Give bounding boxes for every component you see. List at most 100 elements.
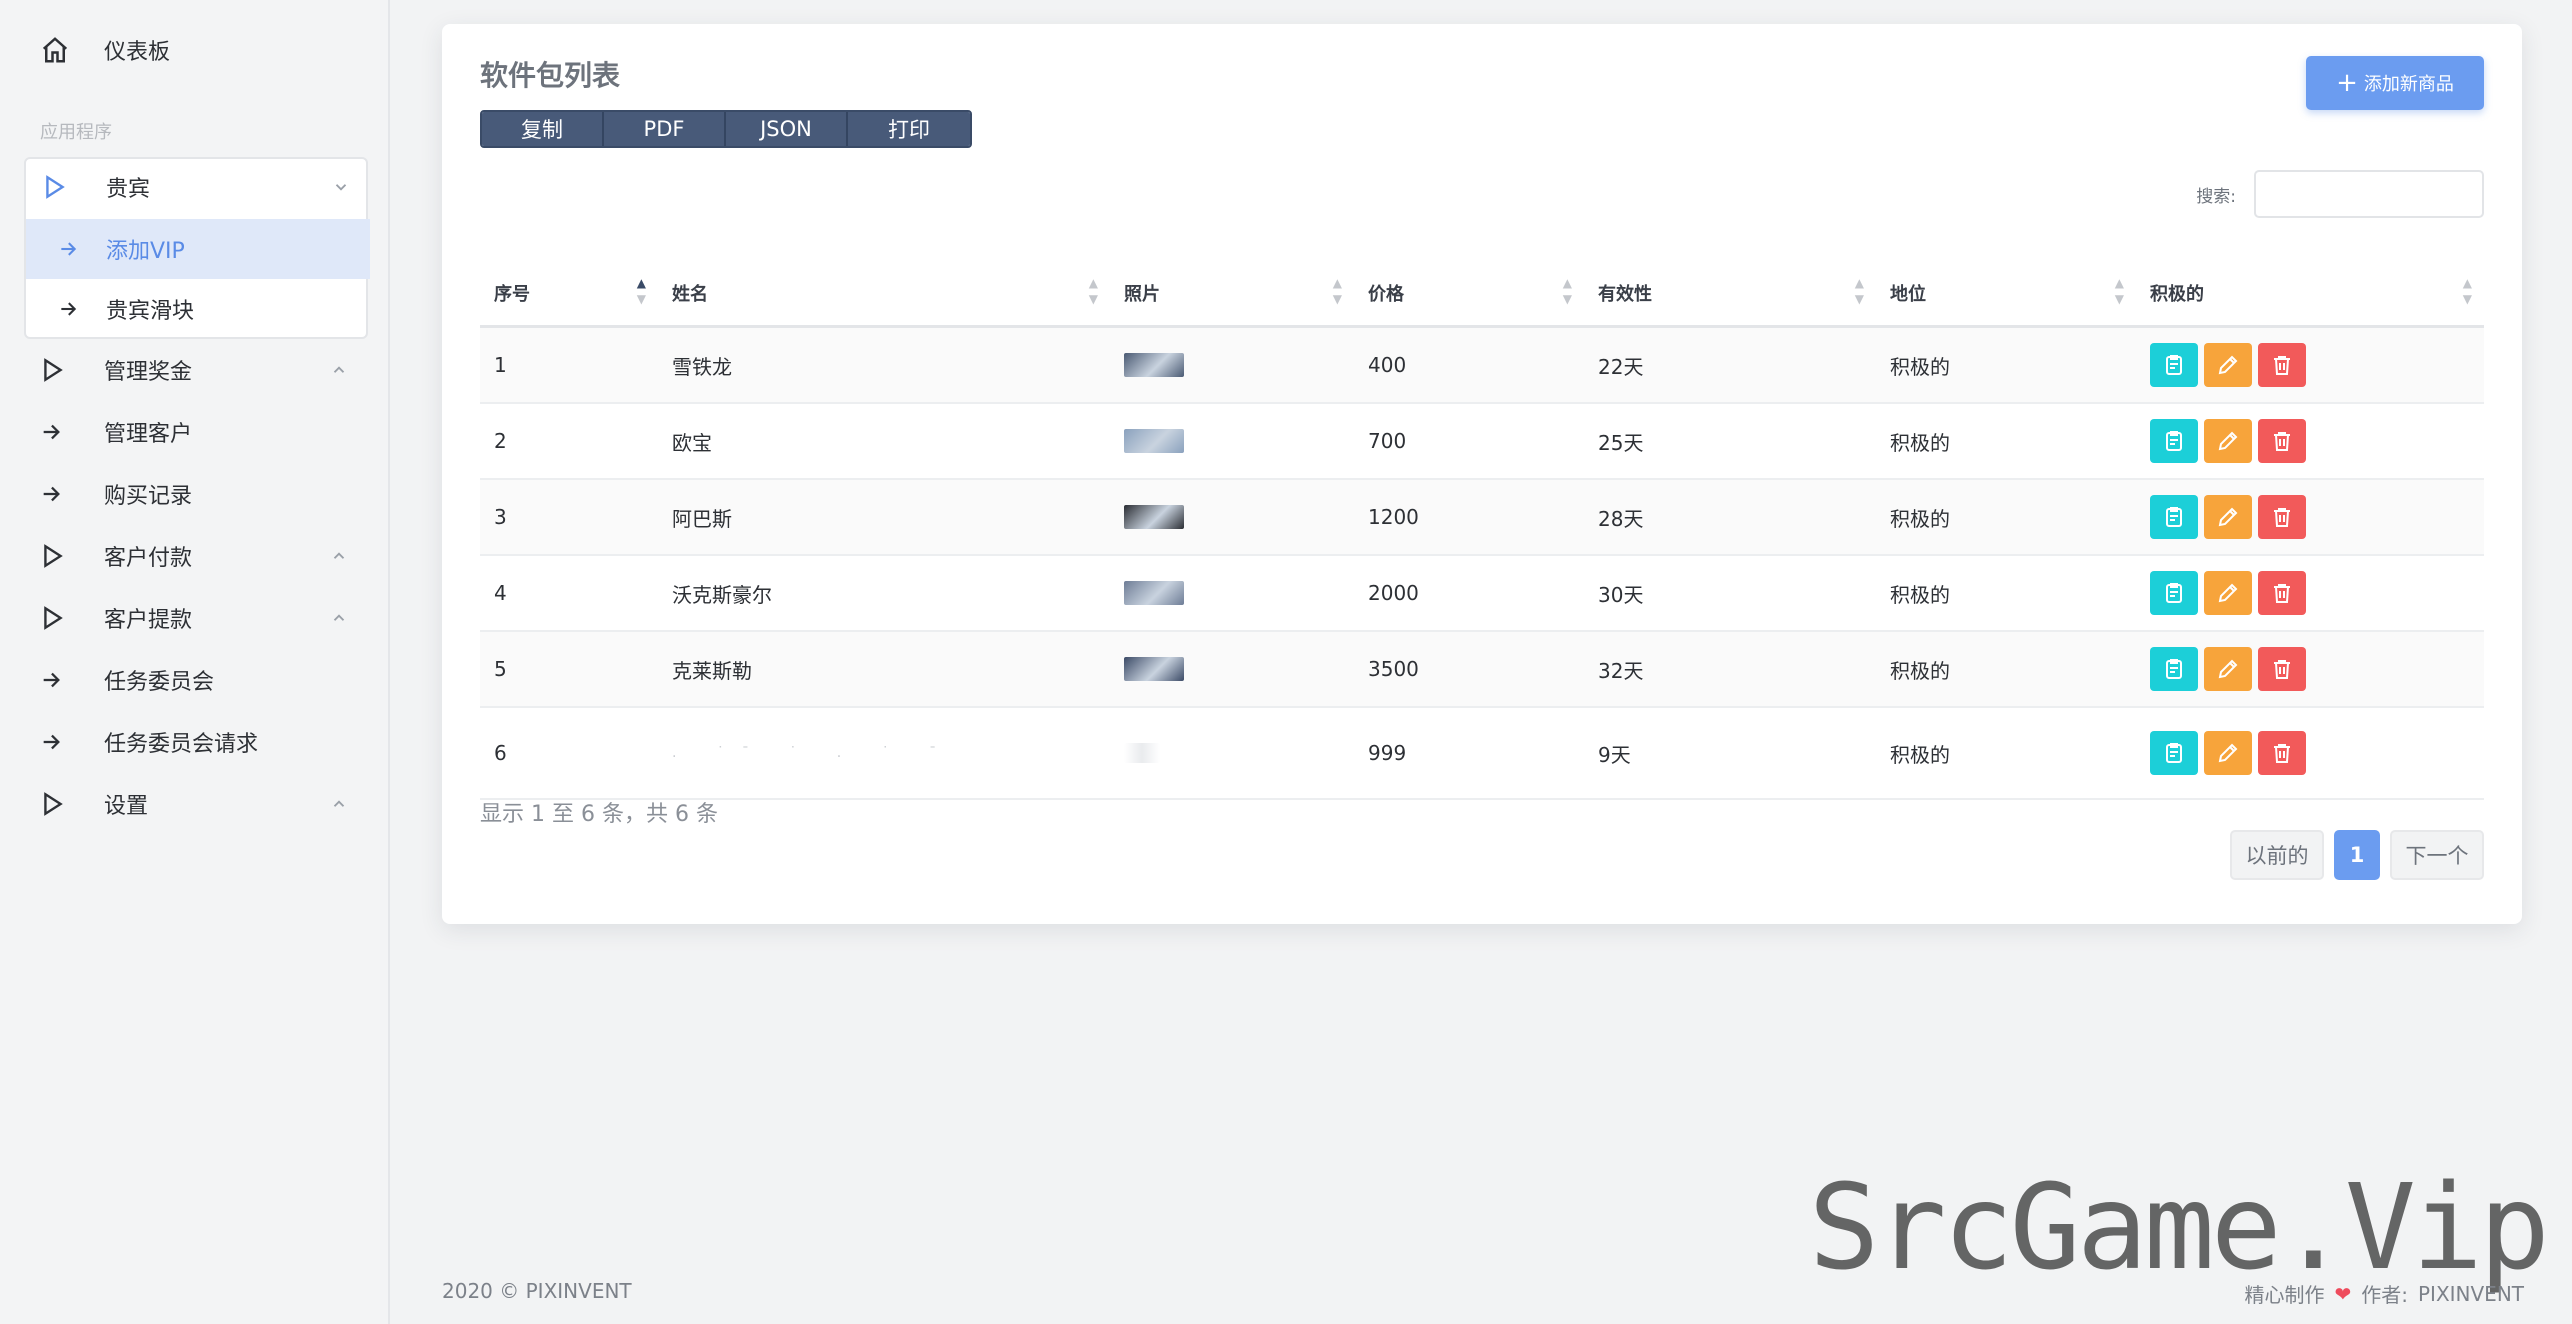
table-info: 显示 1 至 6 条，共 6 条 — [480, 802, 718, 827]
delete-button[interactable] — [2258, 343, 2306, 387]
cell-validity: 28天 — [1598, 506, 1644, 531]
footer-author-label: 作者: — [2361, 1283, 2408, 1307]
cell-actions — [2136, 708, 2484, 798]
pagination: 以前的 1 下一个 — [2230, 830, 2484, 880]
car-photo-thumbnail[interactable] — [1124, 353, 1184, 377]
sort-icon: ▲ ▼ — [2462, 275, 2472, 306]
arrow-right-icon — [58, 299, 88, 319]
table-row: 3 阿巴斯 1200 28天 积极的 — [480, 480, 2484, 556]
cell-validity: 30天 — [1598, 582, 1644, 607]
search-input[interactable] — [2254, 170, 2484, 218]
sidebar-item-customer-payments[interactable]: 客户付款 — [24, 528, 368, 584]
previous-page-button[interactable]: 以前的 — [2230, 830, 2324, 880]
delete-button[interactable] — [2258, 495, 2306, 539]
car-photo-thumbnail[interactable] — [1124, 429, 1184, 453]
table-header: 序号 ▲ ▼ 姓名 ▲ ▼ 照片 ▲ ▼ 价格 ▲ ▼ 有效性 ▲ ▼ 地位 ▲ ▼ 积极的 ▲ ▼ — [480, 260, 2484, 328]
pencil-icon — [2218, 431, 2238, 451]
cell-name: 沃克斯豪尔 — [672, 582, 772, 607]
sidebar-item-task-committee-requests[interactable]: 任务委员会请求 — [24, 714, 368, 770]
sidebar-item-manage-bonus[interactable]: 管理奖金 — [24, 342, 368, 398]
page-button-current[interactable]: 1 — [2334, 830, 2380, 880]
car-photo-thumbnail[interactable] — [1124, 505, 1184, 529]
car-photo-thumbnail[interactable] — [1124, 657, 1184, 681]
column-header-label: 照片 — [1124, 283, 1160, 305]
chevron-up-icon — [324, 361, 354, 379]
column-header-photo[interactable]: 照片 ▲ ▼ — [1110, 259, 1354, 327]
view-button[interactable] — [2150, 571, 2198, 615]
sidebar-item-customer-withdrawals[interactable]: 客户提款 — [24, 590, 368, 646]
column-header-label: 序号 — [494, 283, 530, 305]
broken-image-icon[interactable] — [1124, 743, 1160, 763]
column-header-price[interactable]: 价格 ▲ ▼ — [1354, 259, 1584, 327]
column-header-label: 有效性 — [1598, 283, 1652, 305]
view-button[interactable] — [2150, 343, 2198, 387]
cell-name: 欧宝 — [672, 430, 712, 455]
footer-copyright: 2020 © PIXINVENT — [442, 1279, 632, 1303]
column-header-name[interactable]: 姓名 ▲ ▼ — [658, 259, 1110, 327]
sidebar-item-label: 任务委员会 — [104, 670, 215, 695]
sidebar-item-label: 任务委员会请求 — [104, 732, 259, 757]
trash-icon — [2274, 660, 2290, 679]
play-icon — [40, 357, 80, 383]
column-header-label: 积极的 — [2150, 283, 2204, 305]
next-page-button[interactable]: 下一个 — [2390, 830, 2484, 880]
view-button[interactable] — [2150, 495, 2198, 539]
delete-button[interactable] — [2258, 571, 2306, 615]
column-header-actions[interactable]: 积极的 ▲ ▼ — [2136, 259, 2484, 327]
table-row: 4 沃克斯豪尔 2000 30天 积极的 — [480, 556, 2484, 632]
cell-validity: 25天 — [1598, 430, 1644, 455]
sidebar-item-vip[interactable]: 贵宾 — [26, 159, 370, 215]
column-header-validity[interactable]: 有效性 ▲ ▼ — [1584, 259, 1876, 327]
edit-button[interactable] — [2204, 343, 2252, 387]
table-row: 6 . ˙ˉ ˙ . ˙ ˉ 999 9天 积极的 — [480, 708, 2484, 800]
car-photo-thumbnail[interactable] — [1124, 581, 1184, 605]
sidebar-item-task-committee[interactable]: 任务委员会 — [24, 652, 368, 708]
sidebar-item-settings[interactable]: 设置 — [24, 776, 368, 832]
cell-actions — [2136, 480, 2484, 554]
watermark-logo: SrcGame.Vip — [1808, 1158, 2550, 1296]
pencil-icon — [2218, 659, 2238, 679]
column-header-status[interactable]: 地位 ▲ ▼ — [1876, 259, 2136, 327]
search-box: 搜索: — [2196, 170, 2484, 218]
chevron-up-icon — [324, 547, 354, 565]
cell-id: 5 — [494, 657, 507, 681]
edit-button[interactable] — [2204, 419, 2252, 463]
delete-button[interactable] — [2258, 647, 2306, 691]
print-button[interactable]: 打印 — [848, 112, 970, 146]
sidebar-item-dashboard[interactable]: 仪表板 — [24, 22, 368, 78]
sort-icon: ▲ ▼ — [2114, 275, 2124, 306]
copy-button[interactable]: 复制 — [482, 112, 604, 146]
cell-id: 1 — [494, 353, 507, 377]
footer-author[interactable]: PIXINVENT — [2418, 1282, 2524, 1306]
arrow-right-icon — [40, 669, 80, 691]
delete-button[interactable] — [2258, 419, 2306, 463]
pdf-button[interactable]: PDF — [604, 112, 726, 146]
clipboard-icon — [2166, 507, 2182, 527]
edit-button[interactable] — [2204, 571, 2252, 615]
json-button[interactable]: JSON — [726, 112, 848, 146]
cell-name: 克莱斯勒 — [672, 658, 752, 683]
pencil-icon — [2218, 743, 2238, 763]
delete-button[interactable] — [2258, 731, 2306, 775]
cell-validity: 32天 — [1598, 658, 1644, 683]
edit-button[interactable] — [2204, 495, 2252, 539]
view-button[interactable] — [2150, 647, 2198, 691]
column-header-id[interactable]: 序号 ▲ ▼ — [480, 259, 658, 327]
cell-price: 2000 — [1368, 581, 1419, 605]
cell-status: 积极的 — [1890, 506, 1950, 531]
sidebar-subitem-add-vip[interactable]: 添加VIP — [26, 219, 370, 279]
add-new-item-button[interactable]: + 添加新商品 — [2306, 56, 2484, 110]
sidebar-item-purchase-records[interactable]: 购买记录 — [24, 466, 368, 522]
play-icon — [40, 605, 80, 631]
edit-button[interactable] — [2204, 647, 2252, 691]
edit-button[interactable] — [2204, 731, 2252, 775]
trash-icon — [2274, 744, 2290, 763]
view-button[interactable] — [2150, 419, 2198, 463]
view-button[interactable] — [2150, 731, 2198, 775]
chevron-up-icon — [324, 609, 354, 627]
sidebar-subitem-vip-slider[interactable]: 贵宾滑块 — [26, 281, 370, 337]
sidebar-item-manage-customers[interactable]: 管理客户 — [24, 404, 368, 460]
sidebar-item-label: 客户付款 — [104, 546, 193, 571]
cell-actions — [2136, 556, 2484, 630]
chevron-down-icon — [326, 178, 356, 196]
